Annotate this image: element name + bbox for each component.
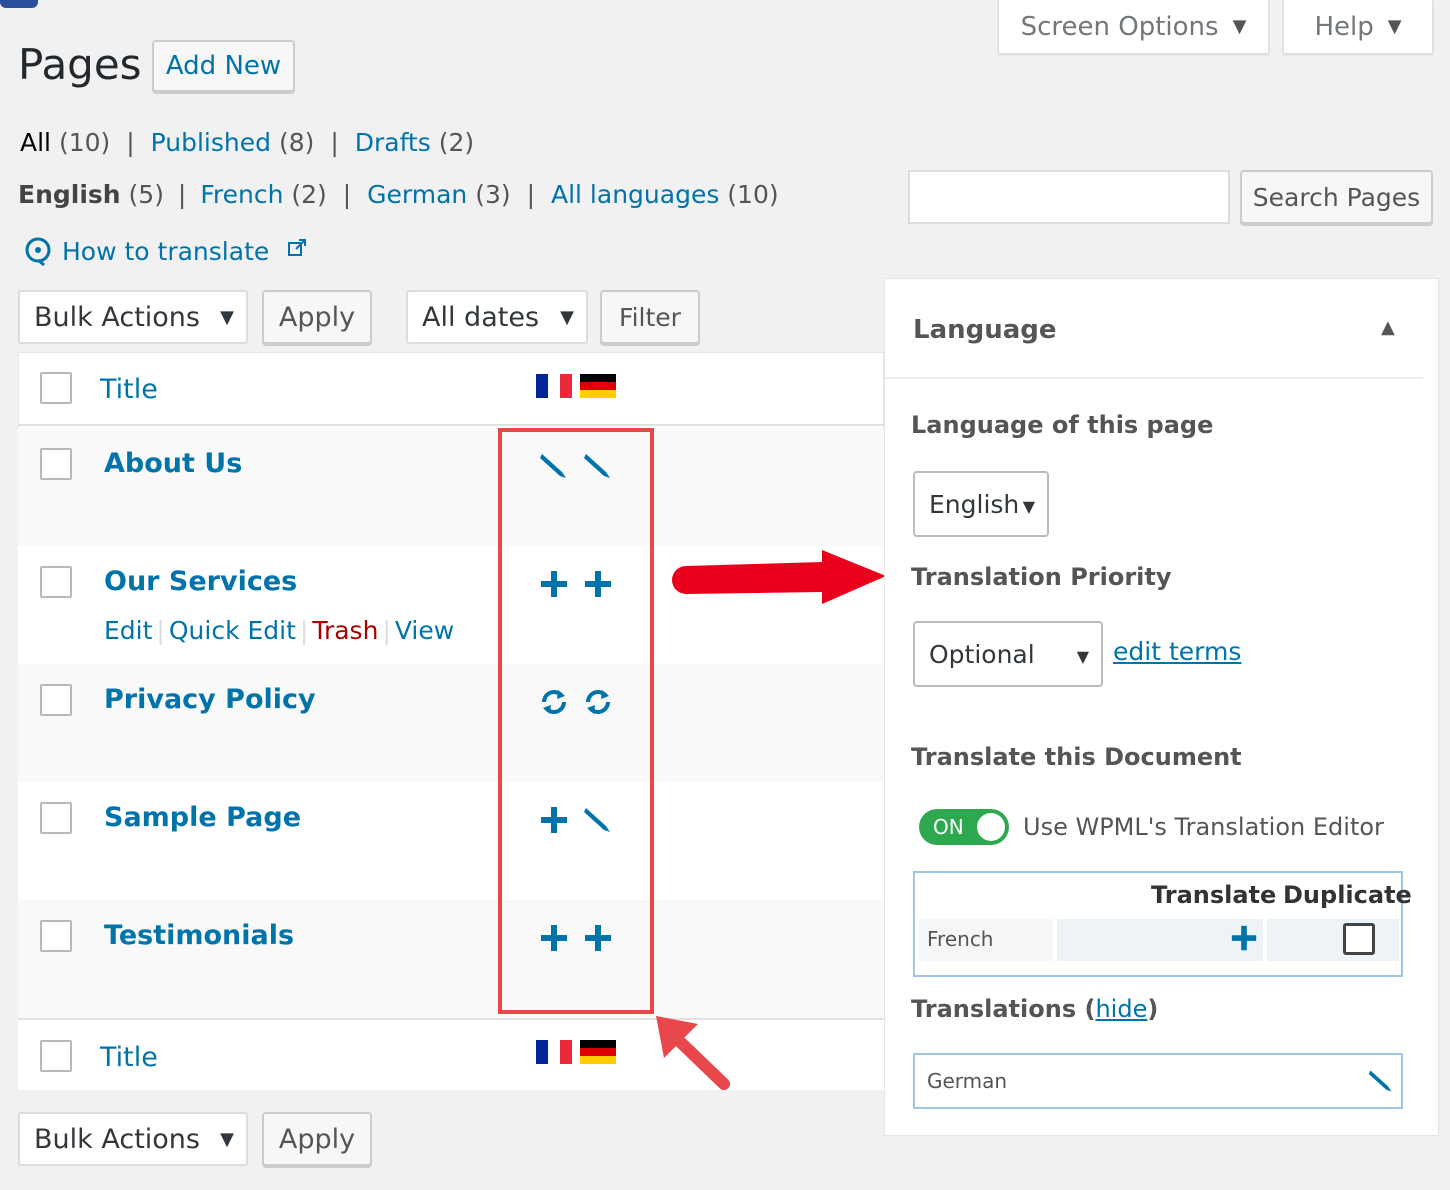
language-panel: Language ▲ Language of this page English… [884, 278, 1439, 1136]
table-footer-row: Title [18, 1018, 884, 1090]
collapse-arrow-icon[interactable]: ▲ [1381, 317, 1395, 338]
row-checkbox[interactable] [40, 920, 72, 952]
row-checkbox[interactable] [40, 684, 72, 716]
caret-down-icon: ▼ [1387, 16, 1402, 37]
help-label: Help [1314, 11, 1374, 42]
app-corner-icon [0, 0, 38, 8]
french-flag-icon [536, 1040, 572, 1064]
caret-down-icon: ▼ [220, 1128, 234, 1150]
select-all-checkbox[interactable] [40, 372, 72, 404]
translations-list: German [913, 1053, 1403, 1109]
search-input[interactable] [908, 170, 1230, 224]
help-button[interactable]: Help ▼ [1283, 0, 1433, 54]
language-filters: English (5) | French (2) | German (3) | … [18, 180, 779, 209]
apply-button[interactable]: Apply [262, 290, 372, 344]
table-row: About Us [18, 428, 884, 546]
translate-row: French [919, 919, 1399, 961]
filter-drafts[interactable]: Drafts (2) [355, 128, 474, 157]
row-language: French [927, 927, 994, 951]
date-filter-select[interactable]: All dates ▼ [406, 290, 588, 344]
german-flag-icon [580, 374, 616, 398]
panel-header[interactable]: Language ▲ [885, 279, 1423, 379]
help-circle-icon [25, 237, 51, 266]
row-title-link[interactable]: Our Services [104, 566, 297, 597]
select-all-checkbox[interactable] [40, 1040, 72, 1072]
caret-down-icon: ▼ [220, 306, 234, 328]
translations-label: Translations (hide) [911, 995, 1159, 1023]
bulk-actions-select[interactable]: Bulk Actions ▼ [18, 290, 248, 344]
french-flag-icon [536, 374, 572, 398]
panel-title: Language [913, 315, 1057, 345]
lang-filter-french[interactable]: French (2) [200, 180, 326, 209]
row-checkbox[interactable] [40, 448, 72, 480]
row-title-link[interactable]: About Us [104, 448, 242, 479]
translate-column-header: Translate [1151, 881, 1277, 909]
arrow-diagonal-icon [656, 1016, 730, 1090]
table-row: Privacy Policy [18, 664, 884, 782]
search-pages-button[interactable]: Search Pages [1240, 170, 1433, 224]
add-new-button[interactable]: Add New [152, 40, 295, 92]
arrow-right-icon [672, 550, 886, 604]
row-title-link[interactable]: Testimonials [104, 920, 294, 951]
lang-filter-all[interactable]: All languages (10) [551, 180, 779, 209]
bulk-actions-select-bottom[interactable]: Bulk Actions ▼ [18, 1112, 248, 1166]
table-row: Testimonials [18, 900, 884, 1018]
german-flag-icon [580, 1040, 616, 1064]
translation-editor-toggle[interactable]: ON [919, 809, 1009, 845]
how-to-translate-link[interactable]: How to translate [24, 236, 307, 266]
apply-button-bottom[interactable]: Apply [262, 1112, 372, 1166]
duplicate-checkbox[interactable] [1343, 923, 1375, 955]
title-column-footer[interactable]: Title [100, 1042, 158, 1073]
pencil-icon[interactable] [1367, 1067, 1395, 1095]
hide-link[interactable]: hide [1095, 995, 1147, 1023]
quick-edit-link[interactable]: Quick Edit [169, 616, 296, 645]
translation-language: German [927, 1069, 1008, 1093]
highlight-box [498, 428, 654, 1014]
view-link[interactable]: View [395, 616, 454, 645]
plus-icon[interactable] [1229, 923, 1259, 953]
caret-down-icon: ▼ [560, 306, 574, 328]
toggle-label: Use WPML's Translation Editor [1023, 813, 1384, 841]
caret-down-icon: ▼ [1076, 647, 1089, 666]
lang-filter-english[interactable]: English (5) [18, 180, 164, 209]
status-filters: All (10) | Published (8) | Drafts (2) [20, 128, 475, 157]
row-checkbox[interactable] [40, 802, 72, 834]
table-header-row: Title [18, 352, 884, 426]
lang-filter-german[interactable]: German (3) [367, 180, 511, 209]
filter-all[interactable]: All (10) [20, 128, 110, 157]
edit-terms-link[interactable]: edit terms [1113, 637, 1241, 666]
priority-select[interactable]: Optional ▼ [913, 621, 1103, 687]
screen-options-button[interactable]: Screen Options ▼ [998, 0, 1269, 54]
translate-document-label: Translate this Document [911, 743, 1242, 771]
caret-down-icon: ▼ [1022, 497, 1035, 516]
table-row: Sample Page [18, 782, 884, 900]
caret-down-icon: ▼ [1232, 16, 1247, 37]
filter-published[interactable]: Published (8) [151, 128, 315, 157]
screen-options-label: Screen Options [1020, 11, 1219, 42]
filter-button[interactable]: Filter [600, 290, 700, 344]
edit-link[interactable]: Edit [104, 616, 152, 645]
row-checkbox[interactable] [40, 566, 72, 598]
translate-table: Translate Duplicate French [913, 871, 1412, 977]
row-actions: Edit | Quick Edit | Trash | View [104, 616, 455, 645]
language-of-page-label: Language of this page [911, 411, 1214, 439]
trash-link[interactable]: Trash [312, 616, 378, 645]
external-link-icon [288, 239, 307, 256]
page-title: Pages [18, 40, 142, 89]
title-column-header[interactable]: Title [100, 374, 158, 405]
page-language-select[interactable]: English ▼ [913, 471, 1049, 537]
translation-priority-label: Translation Priority [911, 563, 1172, 591]
duplicate-column-header: Duplicate [1283, 881, 1412, 909]
toggle-knob [977, 813, 1005, 841]
row-title-link[interactable]: Sample Page [104, 802, 301, 833]
row-title-link[interactable]: Privacy Policy [104, 684, 316, 715]
